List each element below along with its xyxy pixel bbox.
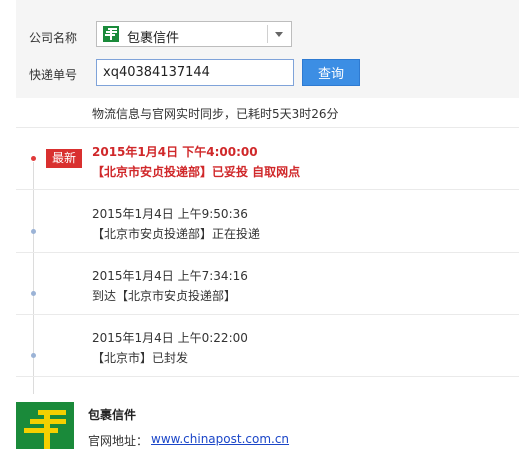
timeline-dot-latest xyxy=(31,156,36,161)
select-divider xyxy=(267,25,268,43)
timeline-dot xyxy=(31,229,36,234)
event-time: 2015年1月4日 上午7:34:16 xyxy=(92,269,248,283)
divider xyxy=(16,252,519,253)
china-post-icon xyxy=(103,26,119,42)
event-time: 2015年1月4日 上午0:22:00 xyxy=(92,331,248,345)
carrier-name: 包裹信件 xyxy=(88,408,137,422)
company-select-value: 包裹信件 xyxy=(127,31,180,46)
carrier-logo xyxy=(16,402,74,449)
tracking-number-input[interactable] xyxy=(96,59,294,86)
chevron-down-icon[interactable] xyxy=(275,32,283,37)
event-description: 【北京市】已封发 xyxy=(92,351,189,365)
latest-badge: 最新 xyxy=(46,149,82,168)
divider xyxy=(16,376,519,377)
tracking-label: 快递单号 xyxy=(29,68,78,82)
divider xyxy=(16,127,519,128)
website-link[interactable]: www.chinapost.com.cn xyxy=(151,432,289,446)
event-description: 【北京市安贞投递部】正在投递 xyxy=(92,227,261,241)
divider xyxy=(16,314,519,315)
event-time: 2015年1月4日 上午9:50:36 xyxy=(92,207,248,221)
query-button[interactable]: 查询 xyxy=(302,59,360,86)
query-form: 公司名称 包裹信件 快递单号 查询 xyxy=(16,0,519,98)
company-label: 公司名称 xyxy=(29,31,78,45)
timeline-dot xyxy=(31,353,36,358)
sync-info-text: 物流信息与官网实时同步，已耗时5天3时26分 xyxy=(92,107,339,121)
china-post-logo-icon xyxy=(24,410,66,449)
timeline-line xyxy=(33,162,34,394)
timeline-dot xyxy=(31,291,36,296)
company-select[interactable]: 包裹信件 xyxy=(96,21,292,47)
event-description: 到达【北京市安贞投递部】 xyxy=(92,289,237,303)
divider xyxy=(16,189,519,190)
website-label: 官网地址： xyxy=(88,434,149,448)
event-time: 2015年1月4日 下午4:00:00 xyxy=(92,145,258,159)
event-description: 【北京市安贞投递部】已妥投 自取网点 xyxy=(92,165,301,179)
